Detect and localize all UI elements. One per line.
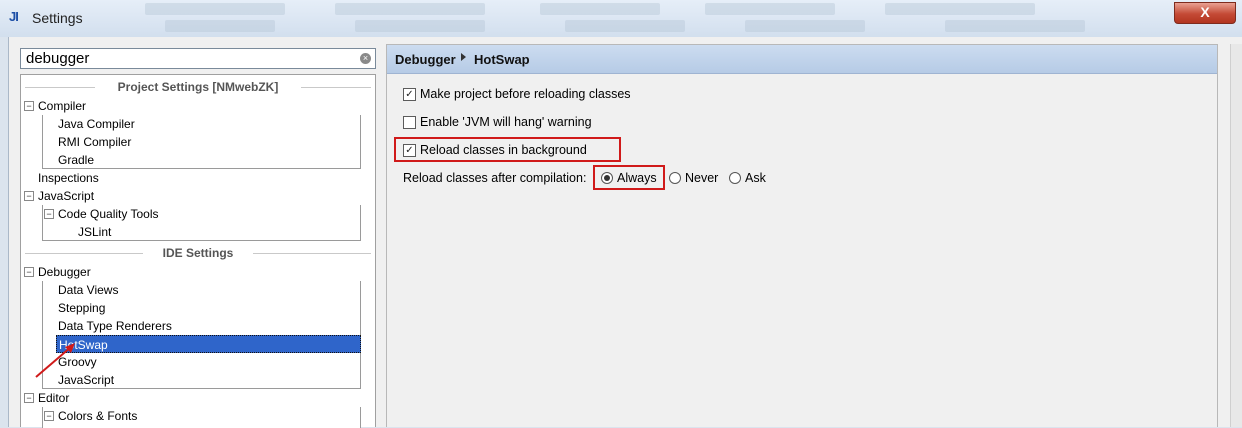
hotswap-settings-panel: Debugger HotSwap ✓ Make project before r… [386,44,1218,427]
debugger-children: Data Views Stepping Data Type Renderers … [42,281,361,389]
collapse-icon[interactable]: − [24,191,34,201]
tree-node-hotswap[interactable]: HotSwap [56,335,361,353]
settings-tree: Project Settings [NMwebZK] − Compiler Ja… [20,74,376,428]
tree-node-inspections[interactable]: Inspections [38,169,99,187]
compiler-children: Java Compiler RMI Compiler Gradle [42,115,361,169]
reload-after-label: Reload classes after compilation: [403,171,587,185]
ide-settings-header: IDE Settings [162,246,234,260]
radio-unselected-icon[interactable] [729,172,741,184]
radio-never-label: Never [685,171,719,185]
tree-label-colors-fonts: Colors & Fonts [58,409,138,423]
breadcrumb-arrow-icon [461,53,466,61]
tree-node-editor[interactable]: − Editor [24,389,364,407]
breadcrumb-current: HotSwap [474,52,530,67]
project-settings-separator: Project Settings [NMwebZK] [25,79,371,95]
collapse-icon[interactable]: − [44,209,54,219]
tree-label-editor: Editor [38,391,70,405]
search-value: debugger [26,50,90,67]
radio-unselected-icon[interactable] [669,172,681,184]
jvm-hang-label: Enable 'JVM will hang' warning [420,115,592,129]
make-project-label: Make project before reloading classes [420,87,631,101]
highlight-box [593,165,665,190]
tree-node-stepping[interactable]: Stepping [58,299,105,317]
tree-node-javascript[interactable]: − JavaScript [24,187,364,205]
tree-node-compiler[interactable]: − Compiler [24,97,364,115]
window-title: Settings [32,10,83,26]
settings-search-input[interactable]: debugger × [20,48,376,69]
collapse-icon[interactable]: − [24,267,34,277]
vertical-scrollbar[interactable] [1230,44,1242,427]
tree-node-gradle[interactable]: Gradle [58,151,94,169]
tree-label-javascript: JavaScript [38,189,95,203]
collapse-icon[interactable]: − [24,101,34,111]
tree-label-compiler: Compiler [38,99,87,113]
tree-node-data-views[interactable]: Data Views [58,281,118,299]
background-editor-tabs [145,3,1145,33]
tree-node-data-type-renderers[interactable]: Data Type Renderers [58,317,172,335]
radio-ask-label: Ask [745,171,766,185]
checkbox-unchecked-icon[interactable] [403,116,416,129]
collapse-icon[interactable]: − [24,393,34,403]
checkbox-checked-icon[interactable]: ✓ [403,88,416,101]
tree-node-debugger[interactable]: − Debugger [24,263,364,281]
tree-node-jslint[interactable]: JSLint [78,223,111,241]
close-button[interactable]: X [1174,2,1236,24]
intellij-app-icon: JI [9,9,19,24]
editor-children: − Colors & Fonts [42,407,361,428]
tree-node-colors-fonts[interactable]: − Colors & Fonts [43,407,343,425]
breadcrumb: Debugger HotSwap [387,45,1217,74]
tree-node-java-compiler[interactable]: Java Compiler [58,115,135,133]
ide-settings-separator: IDE Settings [25,245,371,261]
close-icon: X [1200,4,1210,20]
tree-node-code-quality-tools[interactable]: − Code Quality Tools [43,205,343,223]
collapse-icon[interactable]: − [44,411,54,421]
project-settings-header: Project Settings [NMwebZK] [117,80,279,94]
highlight-box [394,137,621,162]
tree-node-rmi-compiler[interactable]: RMI Compiler [58,133,131,151]
annotation-arrow [35,343,75,378]
tree-label-debugger: Debugger [38,265,91,279]
title-bar: JI Settings X [0,0,1242,37]
javascript-children: − Code Quality Tools JSLint [42,205,361,241]
breadcrumb-parent[interactable]: Debugger [395,52,456,67]
clear-icon[interactable]: × [360,53,371,64]
tree-label-code-quality-tools: Code Quality Tools [58,207,159,221]
